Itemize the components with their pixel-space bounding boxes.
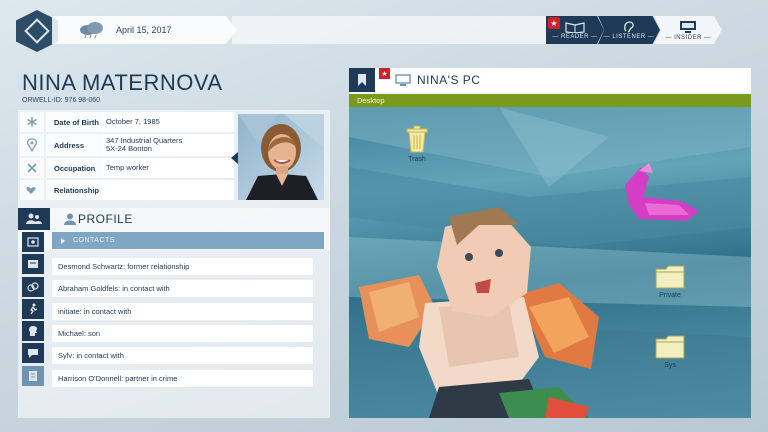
location-pin-icon: [20, 134, 44, 156]
info-key: Occupation: [46, 158, 102, 178]
contacts-header[interactable]: CONTACTS: [52, 232, 324, 249]
people-tab[interactable]: [18, 208, 50, 230]
contact-item[interactable]: Harrison O'Donnell: partner in crime: [52, 370, 313, 387]
sys-folder-icon[interactable]: Sys: [655, 335, 685, 369]
book-icon: [565, 21, 585, 33]
contact-item[interactable]: Michael: son: [52, 325, 313, 342]
profile-photo[interactable]: [238, 114, 324, 200]
photo-pointer: [231, 152, 238, 164]
sys-label: Sys: [664, 362, 676, 369]
contacts-label: CONTACTS: [73, 237, 115, 244]
desktop-area: Trash Private Sys: [349, 107, 751, 418]
date-strip: April 15, 2017: [52, 16, 237, 44]
private-folder-icon[interactable]: Private: [655, 265, 685, 299]
listener-mode-label: — LISTENER —: [603, 34, 655, 40]
listener-mode-button[interactable]: — LISTENER —: [598, 16, 660, 44]
info-key: Address: [46, 134, 102, 156]
id-card-icon[interactable]: [22, 232, 44, 252]
insider-mode-label: — INSIDER —: [665, 34, 711, 41]
profile-panel: NINA MATERNOVA ORWELL-ID: 976 98-060 Dat…: [18, 64, 330, 418]
alert-star-icon: ★: [548, 17, 560, 29]
info-row-relationship[interactable]: Relationship: [20, 180, 234, 200]
trash-label: Trash: [408, 156, 426, 163]
info-value: October 7, 1985: [102, 112, 234, 132]
header-strip: [232, 16, 554, 44]
bookmark-icon: [358, 74, 366, 86]
info-value: Temp worker: [102, 158, 234, 178]
trash-desktop-icon[interactable]: Trash: [405, 125, 429, 163]
info-row-birth[interactable]: Date of Birth October 7, 1985: [20, 112, 234, 132]
profile-category-icons: [22, 232, 44, 388]
current-date: April 15, 2017: [116, 25, 172, 35]
reader-mode-label: — READER —: [552, 33, 598, 40]
profile-section: PROFILE CONTACTS Desmond Schwartz: forme…: [18, 208, 330, 418]
contact-item[interactable]: initiate: in contact with: [52, 303, 313, 320]
info-key: Date of Birth: [46, 112, 102, 132]
folder-icon: [655, 265, 685, 289]
monitor-icon: [395, 73, 411, 86]
asterisk-icon: [20, 112, 44, 132]
tools-icon: [20, 158, 44, 178]
profile-header: PROFILE: [18, 208, 330, 230]
orwell-id: ORWELL-ID: 976 98-060: [22, 97, 101, 104]
head-profile-icon[interactable]: [22, 321, 44, 342]
contact-item[interactable]: Desmond Schwartz: former relationship: [52, 258, 313, 275]
bookmark-button[interactable]: [349, 68, 375, 92]
people-icon: [26, 213, 42, 224]
profile-title: PROFILE: [78, 212, 133, 226]
person-icon: [64, 213, 76, 225]
info-key: Relationship: [46, 180, 102, 200]
person-name: NINA MATERNOVA: [22, 70, 223, 95]
private-label: Private: [659, 292, 681, 299]
gender-icon[interactable]: [22, 276, 44, 297]
rain-cloud-icon: [80, 22, 103, 38]
info-value: [102, 180, 234, 200]
top-bar: April 15, 2017 — READER — ★ — LISTENER —…: [0, 0, 768, 56]
pc-window: ★ NINA'S PC Desktop Trash Private Sys: [349, 68, 751, 418]
info-value: 347 Industrial Quarters 5X-24 Bonton: [102, 134, 234, 156]
alert-star-icon: ★: [379, 68, 390, 79]
contact-item[interactable]: Abraham Goldfels: in contact with: [52, 280, 313, 297]
hearts-icon: [20, 180, 44, 200]
trash-icon: [406, 125, 428, 153]
book-icon[interactable]: [22, 254, 44, 275]
ear-icon: [624, 21, 634, 33]
info-row-occupation[interactable]: Occupation Temp worker: [20, 158, 234, 178]
contacts-book-icon[interactable]: [22, 365, 44, 386]
folder-icon: [655, 335, 685, 359]
pc-window-header: ★ NINA'S PC: [349, 68, 751, 92]
orwell-logo-icon[interactable]: [16, 10, 58, 52]
info-row-address[interactable]: Address 347 Industrial Quarters 5X-24 Bo…: [20, 134, 234, 156]
insider-mode-button[interactable]: — INSIDER —: [654, 16, 722, 44]
chat-icon[interactable]: [22, 343, 44, 364]
running-icon[interactable]: [22, 298, 44, 319]
computer-icon: [680, 20, 696, 33]
desktop-breadcrumb: Desktop: [349, 94, 751, 107]
contact-item[interactable]: Sylv: in contact with: [52, 347, 313, 364]
pc-title: NINA'S PC: [417, 73, 481, 87]
chevron-right-icon: [61, 237, 65, 244]
